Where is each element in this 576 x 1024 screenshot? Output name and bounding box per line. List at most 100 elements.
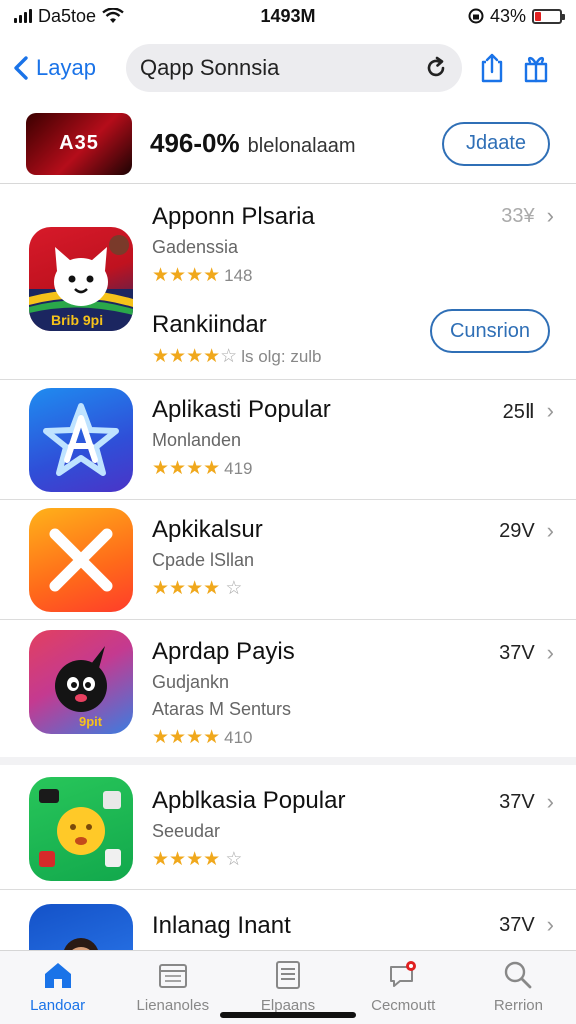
home-indicator: [220, 1012, 356, 1018]
list-item[interactable]: Apkikalsur Cpade lSllan ★★★★ ☆ 29V ›: [0, 500, 576, 620]
status-time: 1493M: [260, 5, 316, 26]
nav-bar: Layap Qapp Sonnsia: [0, 40, 576, 96]
promo-thumbnail: A35: [26, 112, 132, 175]
chat-icon: [390, 961, 417, 987]
app-subtitle: Monlanden: [152, 430, 242, 450]
app-title: Apblkasia Popular: [152, 787, 346, 814]
star-rating: ★★★★ 148: [152, 264, 315, 287]
app-title: Aplikasti Popular: [152, 396, 331, 423]
app-info: Apkikalsur Cpade lSllan ★★★★ ☆: [152, 516, 263, 600]
search-text: Qapp Sonnsia: [139, 55, 280, 80]
tab-search[interactable]: Rerrion: [461, 951, 576, 1024]
search-field[interactable]: Qapp Sonnsia: [125, 44, 462, 92]
app-subtitle: Seeudar: [152, 821, 221, 841]
app-info-secondary: Rankiindar ★★★★☆ ls olg: zulb: [152, 311, 322, 368]
rating-count: 148: [224, 266, 253, 285]
battery-icon: [532, 8, 565, 24]
rating-count: ls olg: zulb: [241, 347, 322, 366]
promo-small-text: blelonalaam: [247, 135, 356, 157]
price-label: 25Ⅱ: [502, 400, 535, 423]
stars-filled: ★★★★: [152, 265, 221, 286]
blob-character-icon: 9pit: [55, 646, 107, 729]
app-subtitle: Gadenssia: [152, 237, 239, 257]
price-label: 37V: [499, 641, 535, 664]
folder-icon: [158, 964, 187, 988]
svg-text:Brib 9pi: Brib 9pi: [51, 312, 103, 328]
stars-filled: ★★★★: [152, 849, 221, 870]
app-subtitle-secondary: Ataras M Senturs: [152, 699, 292, 719]
stars-filled: ★★★★: [152, 727, 221, 748]
chevron-right-icon[interactable]: ›: [547, 912, 554, 938]
status-left: Da5toe: [14, 6, 124, 27]
action-button[interactable]: Cunsrion: [430, 309, 550, 353]
app-info: Inlanag Inant: [152, 912, 291, 940]
row-value: 25Ⅱ ›: [503, 398, 554, 424]
tab-home[interactable]: Landoar: [0, 951, 115, 1024]
star-rating: ★★★★ 410: [152, 726, 295, 749]
star-rating: ★★★★ ☆: [152, 577, 263, 600]
app-list: Brib 9pi Apponn Plsaria Gadenssia ★★★★ 14…: [0, 185, 576, 1008]
app-subtitle: Gudjankn: [152, 672, 230, 692]
app-icon-emoji: [29, 777, 133, 881]
app-title: Inlanag Inant: [152, 912, 291, 939]
tab-label: Cecmoutt: [371, 997, 436, 1014]
chevron-right-icon[interactable]: ›: [547, 640, 554, 666]
app-icon-star: [29, 388, 133, 492]
cat-mascot-icon: Brib 9pi: [29, 235, 133, 331]
list-item[interactable]: Aplikasti Popular Monlanden ★★★★ 419 25Ⅱ …: [0, 380, 576, 500]
tab-chat[interactable]: Cecmoutt: [346, 951, 461, 1024]
battery-level: [535, 11, 541, 21]
stars-empty: ☆: [220, 849, 243, 870]
reload-icon[interactable]: [424, 56, 448, 80]
gift-icon[interactable]: [522, 52, 550, 84]
list-item[interactable]: Brib 9pi Apponn Plsaria Gadenssia ★★★★ 14…: [0, 185, 576, 380]
stars-empty: ☆: [220, 578, 243, 599]
emoji-face-icon: [39, 789, 121, 867]
tab-label: Landoar: [30, 997, 86, 1014]
app-title: Apkikalsur: [152, 516, 263, 543]
list-item[interactable]: Apblkasia Popular Seeudar ★★★★ ☆ 37V ›: [0, 765, 576, 890]
promo-row[interactable]: A35 496-0% blelonalaam Jdaate: [0, 104, 576, 184]
wifi-icon: [102, 8, 124, 23]
battery-percent: 43%: [489, 5, 526, 26]
star-logo-icon: [43, 403, 119, 476]
price-label: 29V: [499, 519, 535, 542]
star-rating: ★★★★ ☆: [152, 848, 345, 871]
price-label: 37V: [499, 913, 535, 936]
app-title: Aprdap Payis: [152, 638, 295, 665]
app-subtitle: Cpade lSllan: [152, 550, 255, 570]
promo-thumb-text: A35: [59, 132, 99, 154]
chevron-right-icon[interactable]: ›: [547, 518, 554, 544]
row-value: 29V ›: [499, 518, 554, 544]
lock-rotation-icon: [468, 8, 484, 24]
price-label: 33¥: [501, 204, 535, 227]
promo-text: 496-0% blelonalaam: [150, 128, 355, 159]
tab-folder[interactable]: Lienanoles: [115, 951, 230, 1024]
star-rating: ★★★★ 419: [152, 457, 331, 480]
app-title-secondary: Rankiindar: [152, 311, 267, 338]
rating-count: 419: [224, 459, 253, 478]
app-icon-cat: Brib 9pi: [29, 227, 133, 331]
tab-label: Lienanoles: [136, 997, 210, 1014]
price-label: 37V: [499, 790, 535, 813]
app-info: Aprdap Payis Gudjankn Ataras M Senturs ★…: [152, 638, 295, 749]
nav-icons: [478, 52, 550, 84]
svg-text:9pit: 9pit: [79, 714, 103, 729]
app-info: Apblkasia Popular Seeudar ★★★★ ☆: [152, 787, 345, 871]
back-label: Layap: [36, 55, 96, 80]
rating-count: 410: [224, 728, 253, 747]
chevron-right-icon[interactable]: ›: [547, 398, 554, 424]
back-button[interactable]: Layap: [12, 55, 96, 81]
chevron-right-icon[interactable]: ›: [547, 789, 554, 815]
chevron-right-icon[interactable]: ›: [547, 203, 554, 229]
cross-logo-icon: [49, 528, 113, 592]
stars-filled: ★★★★: [152, 578, 221, 599]
search-icon: [505, 961, 532, 989]
list-item[interactable]: 9pit Aprdap Payis Gudjankn Ataras M Sent…: [0, 620, 576, 765]
promo-big-text: 496-0%: [150, 128, 240, 158]
row-value: 37V ›: [499, 789, 554, 815]
stars-filled: ★★★★: [152, 458, 221, 479]
update-button[interactable]: Jdaate: [442, 121, 550, 166]
star-rating: ★★★★☆ ls olg: zulb: [152, 345, 322, 368]
share-icon[interactable]: [478, 52, 506, 84]
